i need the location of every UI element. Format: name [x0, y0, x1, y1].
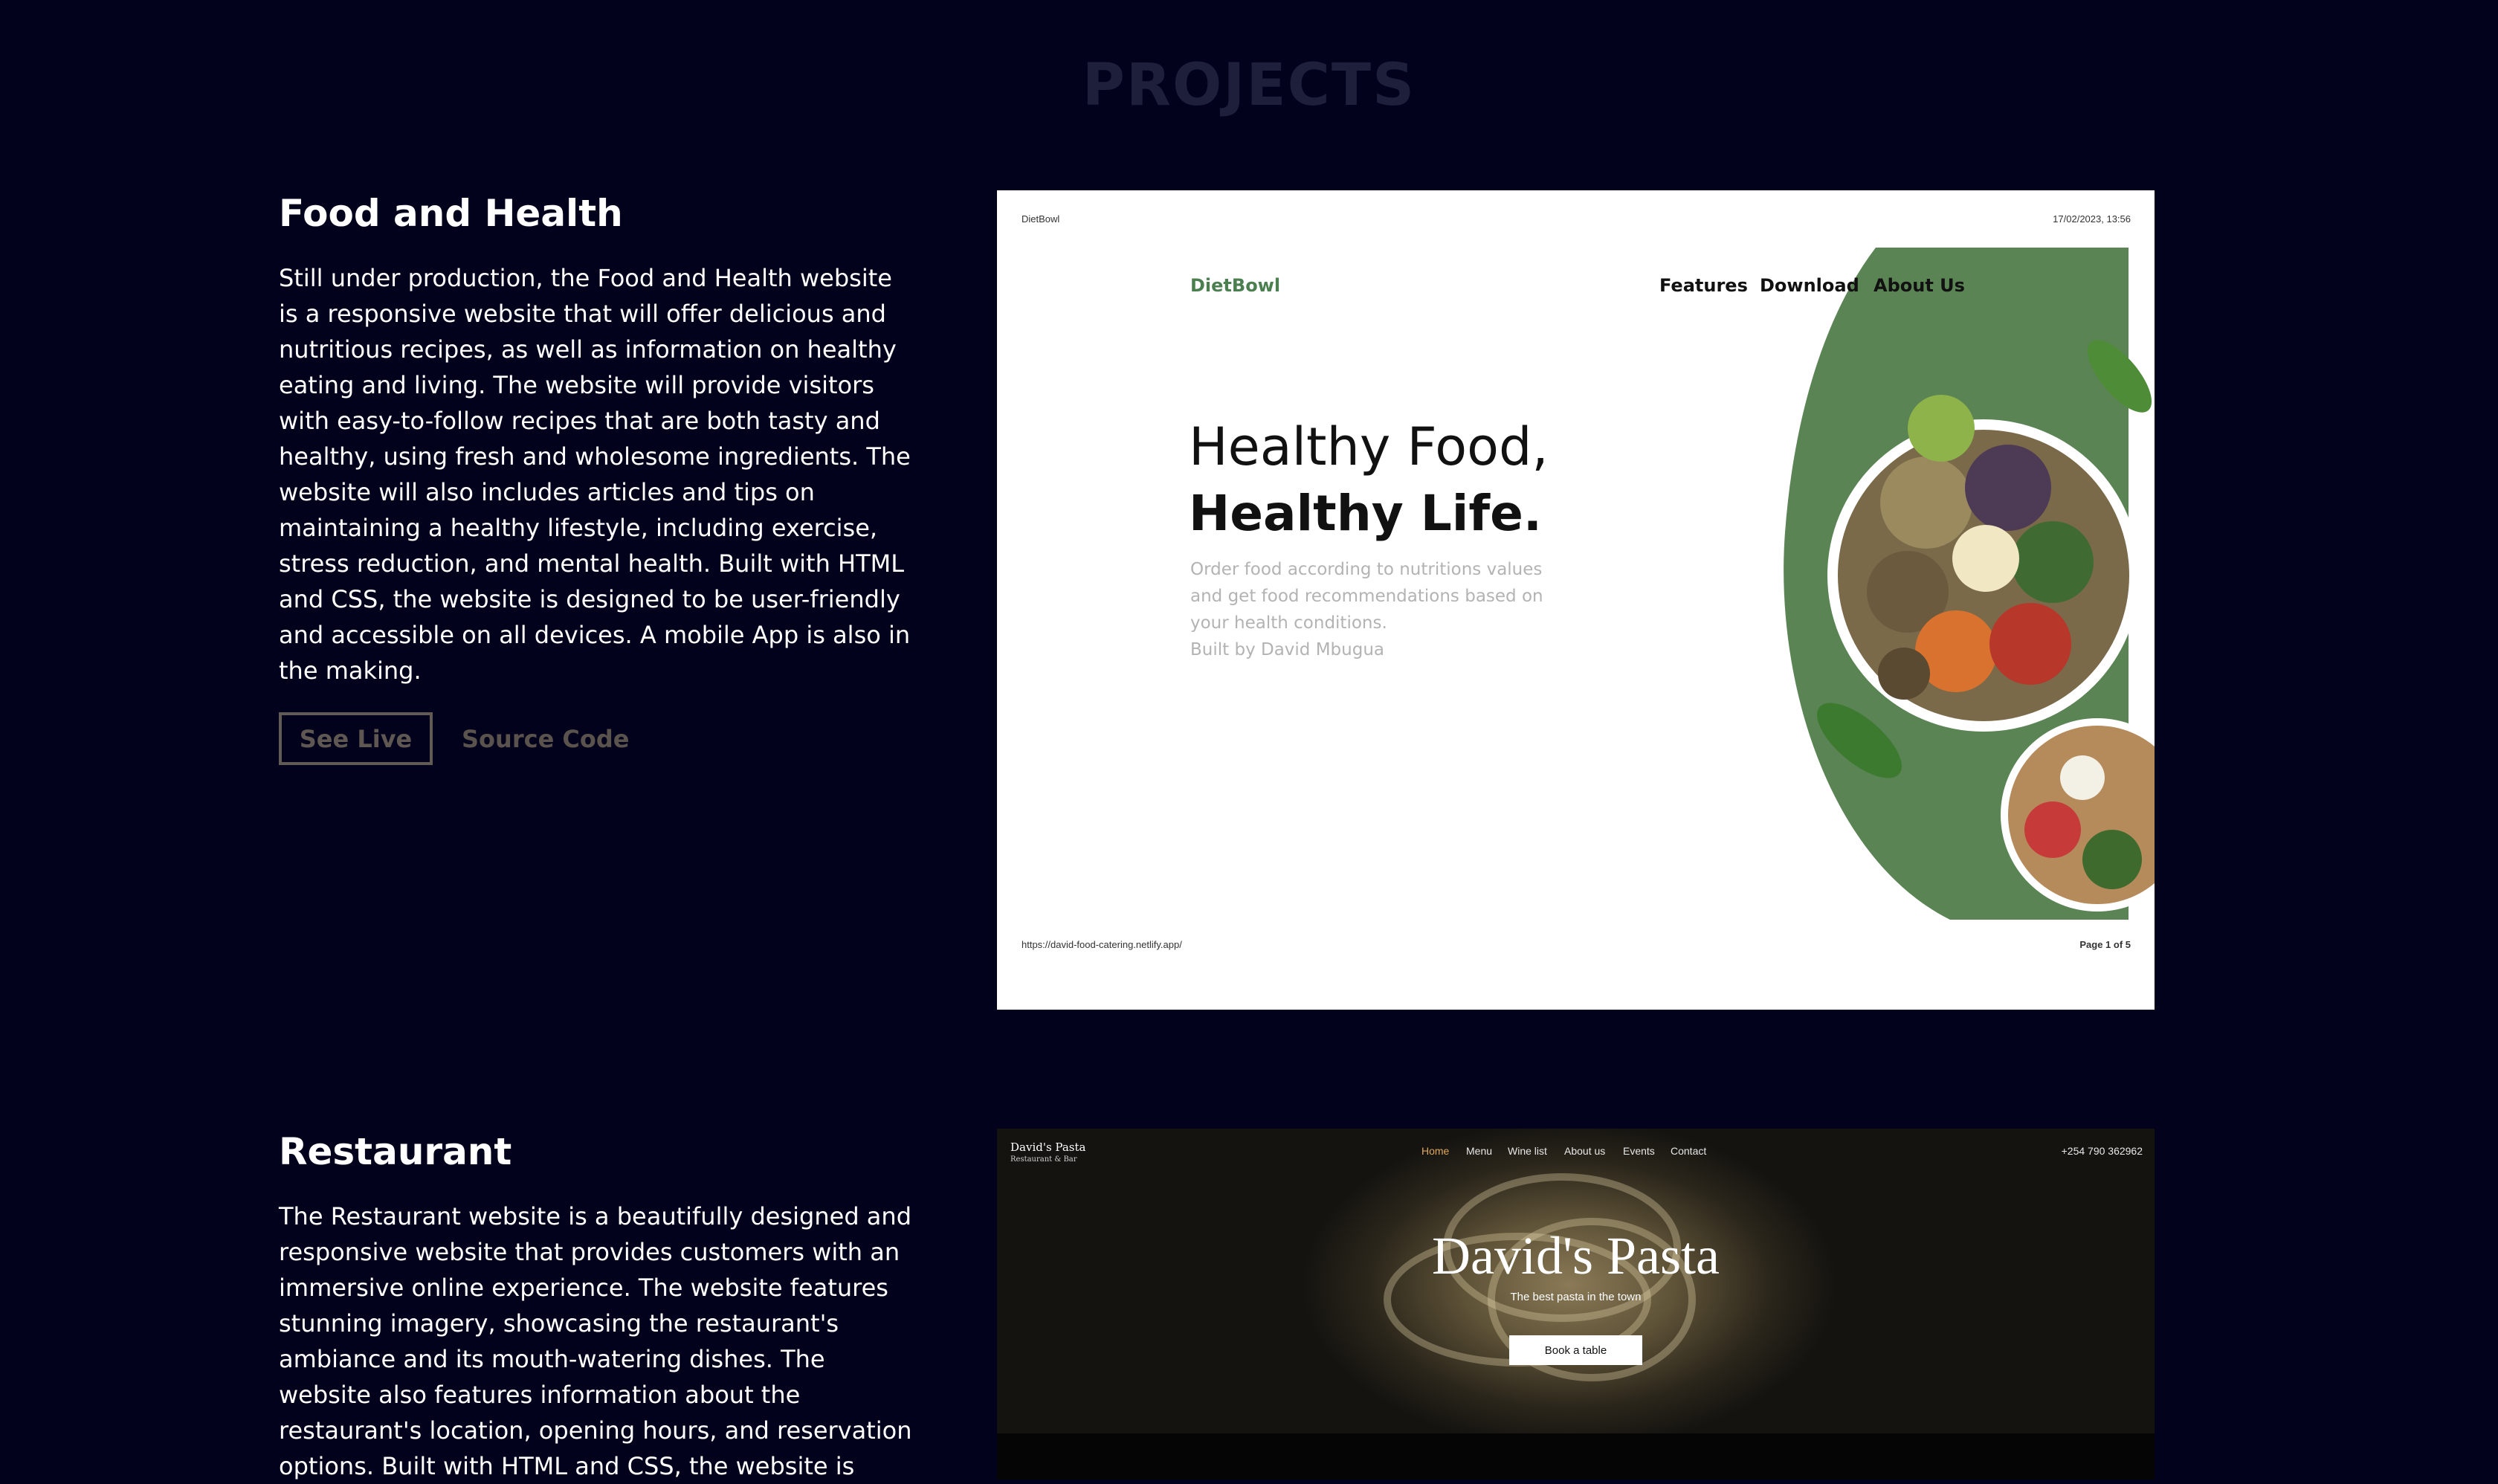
hero-line-2: Healthy Life. — [1189, 485, 1542, 542]
hero-credit: Built by David Mbugua — [1190, 640, 1384, 659]
print-footer-page: Page 1 of 5 — [2079, 939, 2131, 950]
project-title-food-health: Food and Health — [279, 192, 623, 235]
project-preview-food-health[interactable]: DietBowl 17/02/2023, 13:56 DietBowl Feat… — [997, 190, 2155, 1010]
pasta-nav-about-us[interactable]: About us — [1564, 1145, 1605, 1157]
project-preview-restaurant[interactable]: David's Pasta Restaurant & Bar Home Menu… — [997, 1129, 2155, 1480]
hero-subtitle: Order food according to nutritions value… — [1190, 556, 1577, 663]
pasta-phone[interactable]: +254 790 362962 — [2062, 1145, 2143, 1157]
dietbowl-logo[interactable]: DietBowl — [1190, 275, 1280, 296]
hero-subtitle-text: Order food according to nutritions value… — [1190, 560, 1543, 633]
pasta-nav-menu[interactable]: Menu — [1466, 1145, 1492, 1157]
pasta-brand[interactable]: David's Pasta Restaurant & Bar — [1010, 1142, 1085, 1165]
project-description-food-health: Still under production, the Food and Hea… — [279, 264, 911, 685]
pasta-nav-home[interactable]: Home — [1421, 1145, 1449, 1157]
print-header-title: DietBowl — [1022, 213, 1060, 225]
pasta-nav-events[interactable]: Events — [1623, 1145, 1655, 1157]
pasta-brand-name: David's Pasta — [1010, 1141, 1086, 1154]
nav-features[interactable]: Features — [1659, 275, 1748, 296]
pasta-nav-contact[interactable]: Contact — [1671, 1145, 1706, 1157]
hero-line-1: Healthy Food, — [1189, 416, 1549, 477]
project-title-restaurant: Restaurant — [279, 1130, 512, 1173]
pasta-hero-tagline: The best pasta in the town — [1510, 1291, 1642, 1303]
pasta-nav-wine-list[interactable]: Wine list — [1508, 1145, 1547, 1157]
see-live-button[interactable]: See Live — [279, 712, 433, 765]
pasta-hero-title: David's Pasta — [1432, 1226, 1720, 1285]
source-code-link[interactable]: Source Code — [462, 712, 629, 765]
pasta-brand-sub: Restaurant & Bar — [1010, 1155, 1077, 1164]
project-description-restaurant: The Restaurant website is a beautifully … — [279, 1202, 912, 1480]
book-table-button[interactable]: Book a table — [1509, 1335, 1642, 1365]
nav-about-us[interactable]: About Us — [1874, 275, 1965, 296]
nav-download[interactable]: Download — [1760, 275, 1859, 296]
section-title: PROJECTS — [1082, 52, 1416, 119]
print-header-date: 17/02/2023, 13:56 — [2053, 213, 2131, 225]
print-footer-url: https://david-food-catering.netlify.app/ — [1022, 939, 1182, 950]
